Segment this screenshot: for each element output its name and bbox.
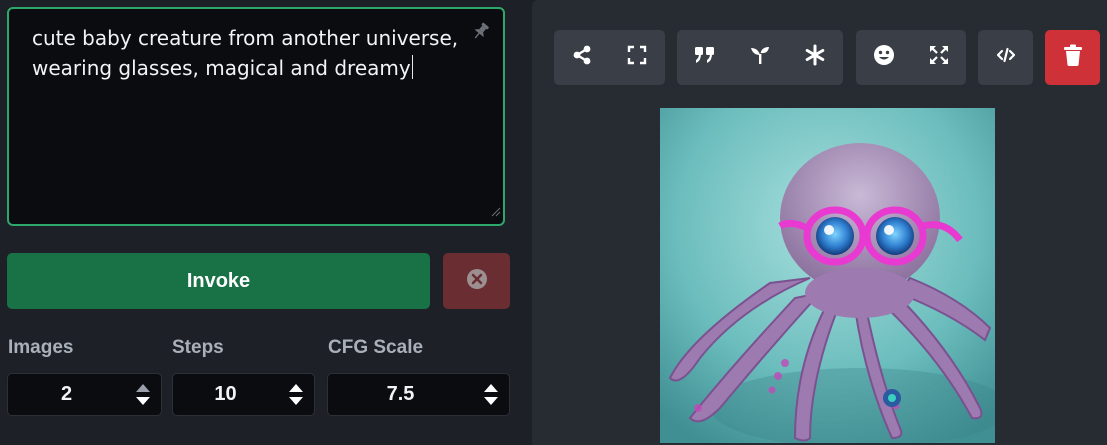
trash-icon [1062,43,1084,72]
face-icon [873,44,895,71]
toolbar-group-share [554,30,665,85]
images-value[interactable]: 2 [8,374,125,415]
invoke-button[interactable]: Invoke [7,253,430,309]
decrement-icon[interactable] [484,397,498,405]
toolbar-group-use [677,30,843,85]
use-seed-button[interactable] [732,30,787,85]
invoke-label: Invoke [186,269,251,292]
images-stepper-arrows[interactable] [135,383,151,407]
pin-icon[interactable] [471,21,491,46]
toolbar-group-metadata [978,30,1033,85]
quote-icon [693,44,717,71]
decrement-icon[interactable] [136,397,150,405]
images-label: Images [8,337,74,358]
asterisk-icon [804,44,826,71]
use-all-button[interactable] [787,30,842,85]
increment-icon[interactable] [484,384,498,392]
cfg-scale-label: CFG Scale [328,337,424,358]
steps-stepper[interactable]: 10 [172,373,315,416]
share-button[interactable] [554,30,609,85]
use-prompt-button[interactable] [677,30,732,85]
cancel-icon [465,267,489,296]
sprout-icon [749,44,771,71]
cfg-scale-stepper-arrows[interactable] [483,383,499,407]
resize-handle-icon[interactable] [489,204,501,222]
face-restore-button[interactable] [856,30,911,85]
steps-stepper-arrows[interactable] [288,383,304,407]
steps-label: Steps [172,337,224,358]
prompt-text[interactable]: cute baby creature from another universe… [32,23,472,83]
increment-icon[interactable] [136,384,150,392]
left-panel: cute baby creature from another universe… [0,0,517,445]
cfg-scale-value[interactable]: 7.5 [328,374,473,415]
share-icon [571,44,593,71]
cfg-scale-stepper[interactable]: 7.5 [327,373,510,416]
upscale-button[interactable] [911,30,966,85]
steps-value[interactable]: 10 [173,374,278,415]
metadata-button[interactable] [978,30,1033,85]
increment-icon[interactable] [289,384,303,392]
fullscreen-button[interactable] [609,30,664,85]
generated-image[interactable] [660,108,995,443]
expand-icon [928,44,950,71]
images-stepper[interactable]: 2 [7,373,162,416]
fullscreen-icon [626,44,648,71]
decrement-icon[interactable] [289,397,303,405]
cancel-button[interactable] [443,253,510,309]
code-icon [995,44,1017,71]
text-caret [411,55,413,79]
delete-button[interactable] [1045,30,1100,85]
toolbar-group-postprocess [856,30,966,85]
prompt-textarea[interactable]: cute baby creature from another universe… [7,7,505,226]
